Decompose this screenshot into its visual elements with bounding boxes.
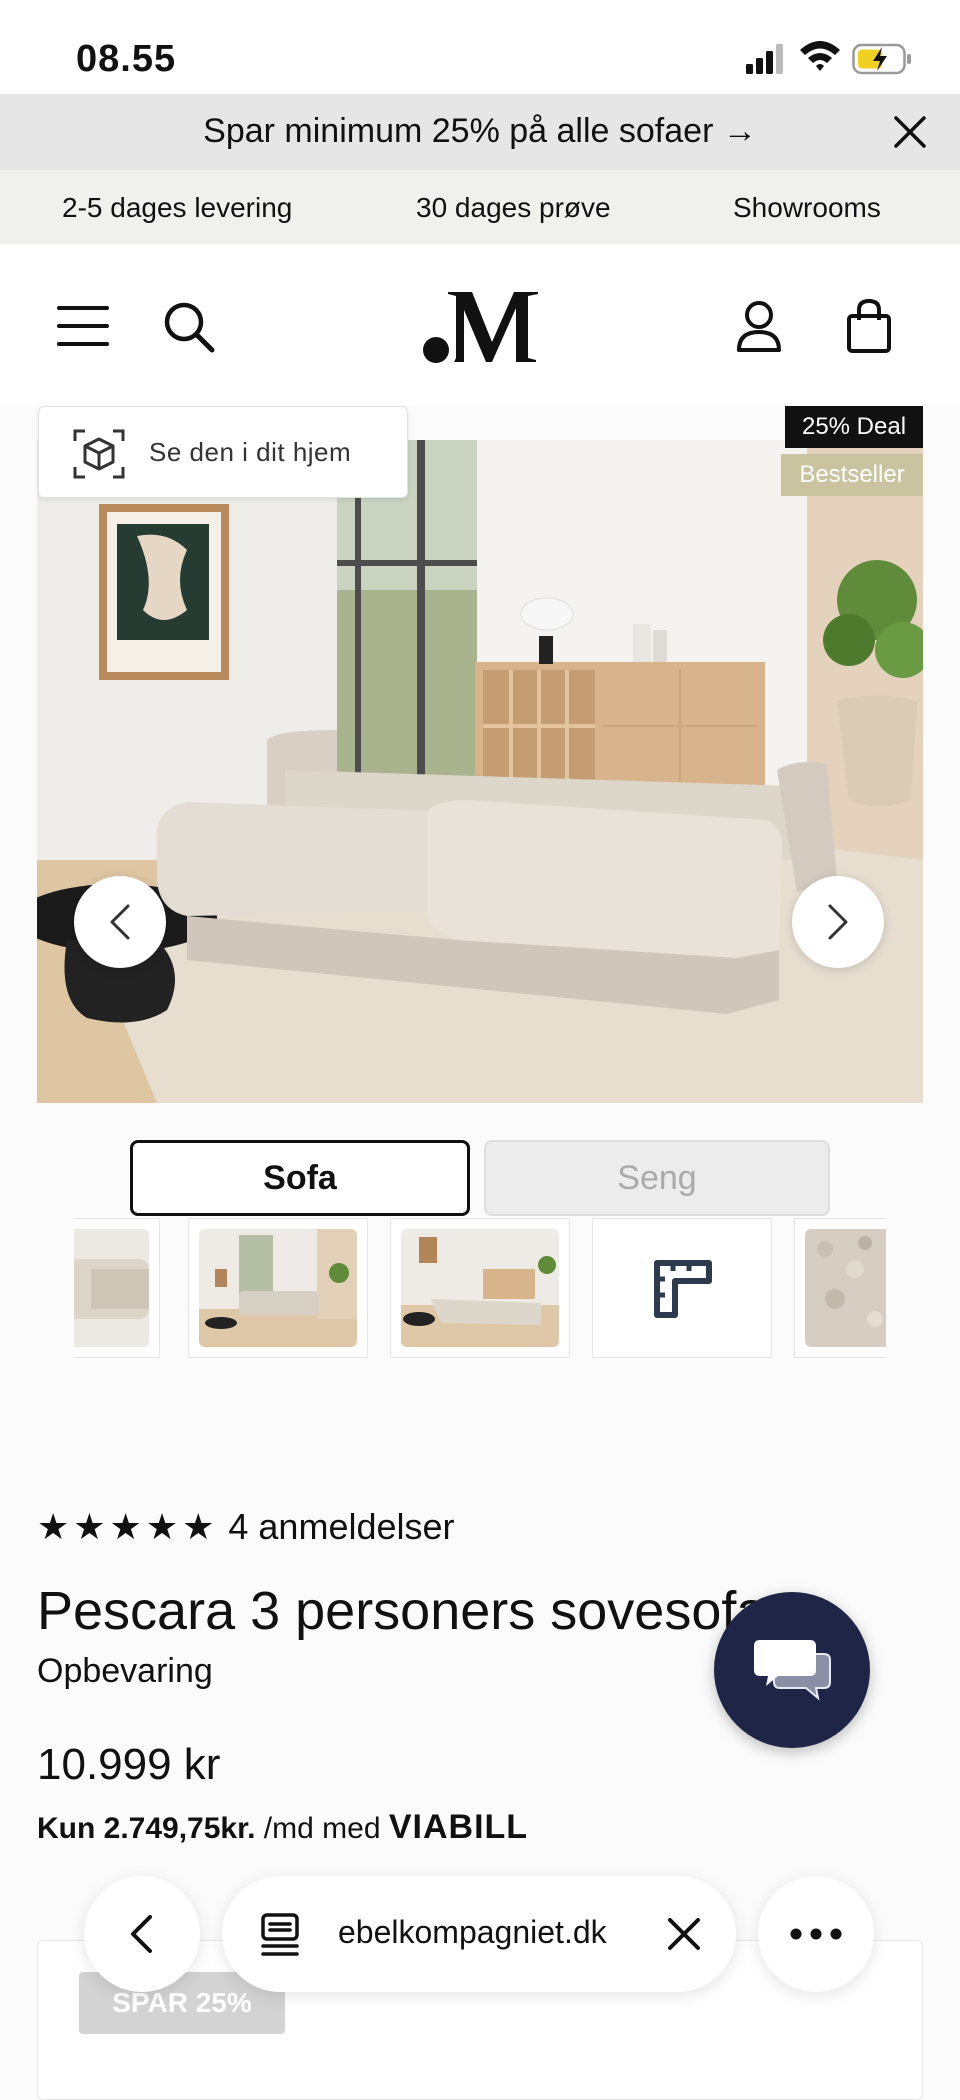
rating-stars: ★★★★★ (37, 1506, 219, 1547)
tabs-icon (261, 1913, 299, 1956)
browser-url[interactable]: ebelkompagniet.dk (338, 1914, 607, 1951)
usp-delivery: 2-5 dages levering (62, 192, 293, 223)
browser-back-button[interactable] (84, 1876, 200, 1992)
cellular-signal-icon (746, 44, 783, 74)
thumbnail-living-room-bed[interactable] (390, 1218, 570, 1358)
browser-address-bar[interactable]: ebelkompagniet.dk (222, 1876, 736, 1992)
search-icon[interactable] (162, 300, 216, 354)
viabill-logo: VIABILL (388, 1808, 529, 1846)
close-icon[interactable] (666, 1916, 702, 1952)
status-bar: 08.55 (0, 0, 960, 94)
promo-banner[interactable]: Spar minimum 25% på alle sofaer → (0, 94, 960, 170)
account-icon[interactable] (736, 300, 782, 354)
more-dots-icon (790, 1928, 842, 1940)
wifi-icon (800, 41, 840, 71)
thumbnail-fabric[interactable] (794, 1218, 886, 1358)
shopping-bag-icon[interactable] (846, 298, 892, 354)
menu-icon[interactable] (56, 304, 110, 348)
living-room-sofa-image (199, 1229, 357, 1347)
site-header (0, 244, 960, 406)
previous-image-button[interactable] (74, 876, 166, 968)
thumbnail-sofa-side[interactable] (74, 1218, 160, 1358)
close-icon[interactable] (888, 110, 932, 154)
product-price: 10.999 kr (37, 1740, 221, 1789)
chevron-left-icon (110, 904, 130, 940)
financing-text: /md med (255, 1812, 389, 1845)
chat-icon (754, 1640, 831, 1701)
ruler-dimensions-icon (654, 1260, 712, 1318)
tab-seng[interactable]: Seng (484, 1140, 830, 1216)
usp-bar: 2-5 dages levering 30 dages prøve Showro… (0, 170, 960, 244)
product-hero-image[interactable] (37, 440, 923, 1103)
fabric-texture-image (817, 1236, 883, 1327)
ar-view-button[interactable]: Se den i dit hjem (38, 406, 408, 498)
product-title: Pescara 3 personers sovesofa (37, 1581, 767, 1641)
status-time: 08.55 (76, 38, 177, 80)
review-count[interactable]: 4 anmeldelser (228, 1506, 454, 1547)
bestseller-badge: Bestseller (781, 454, 923, 496)
thumbnail-strip[interactable] (74, 1218, 886, 1360)
ar-view-label[interactable]: Se den i dit hjem (149, 437, 351, 468)
browser-more-button[interactable] (758, 1876, 874, 1992)
thumbnail-dimensions[interactable] (592, 1218, 772, 1358)
financing-amount: Kun 2.749,75kr. (37, 1812, 256, 1845)
chevron-left-icon (131, 1915, 152, 1953)
chevron-right-icon (828, 904, 848, 940)
next-image-button[interactable] (792, 876, 884, 968)
sofa-side-image (74, 1259, 149, 1319)
chat-button[interactable] (714, 1592, 870, 1748)
usp-showrooms[interactable]: Showrooms (733, 192, 881, 224)
sofa-bed-scene (37, 440, 923, 1103)
thumbnail-living-room-sofa[interactable] (188, 1218, 368, 1358)
product-subtitle: Opbevaring (37, 1652, 213, 1690)
promo-text[interactable]: Spar minimum 25% på alle sofaer → (0, 112, 960, 151)
rating[interactable]: ★★★★★ 4 anmeldelser (37, 1506, 455, 1548)
ar-cube-icon (73, 429, 125, 479)
usp-trial: 30 dages prøve (416, 192, 611, 223)
tab-sofa[interactable]: Sofa (130, 1140, 470, 1216)
living-room-bed-image (401, 1237, 559, 1347)
battery-charging-icon (852, 43, 911, 75)
financing-info[interactable]: Kun 2.749,75kr. /md med VIABILL (37, 1808, 528, 1847)
deal-badge: 25% Deal (785, 406, 923, 448)
brand-logo[interactable] (420, 288, 540, 366)
